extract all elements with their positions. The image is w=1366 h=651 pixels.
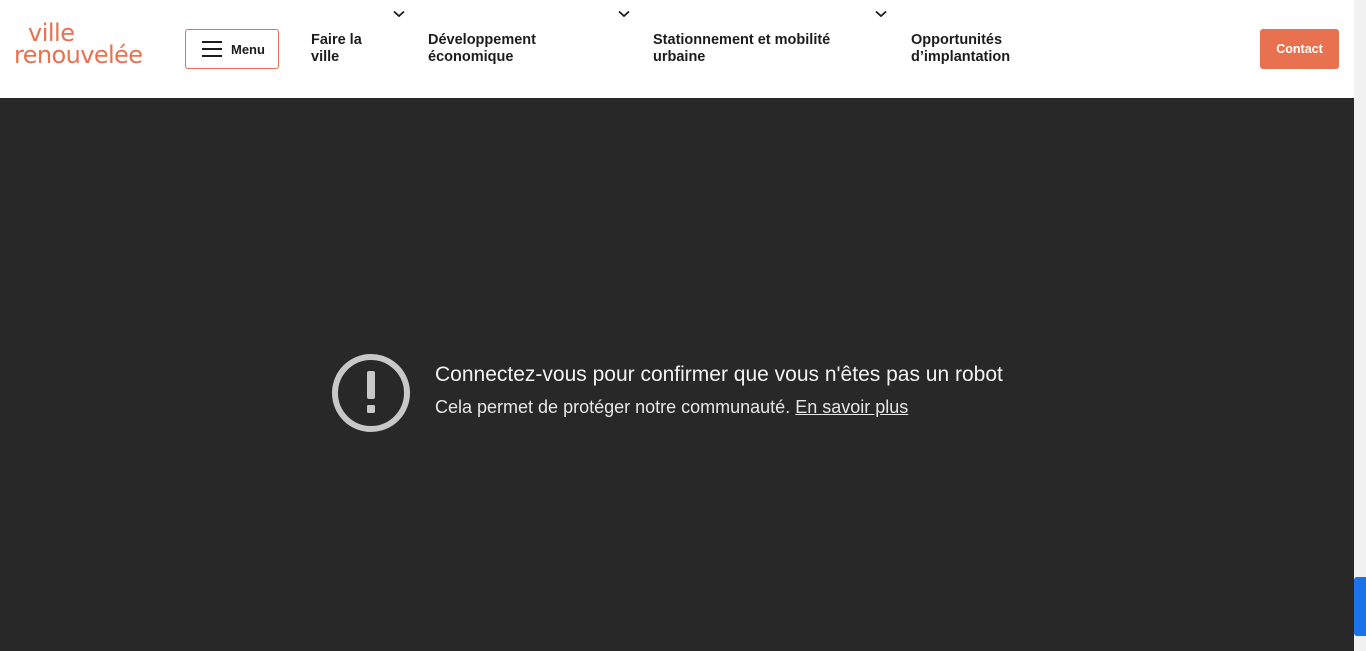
nav-label: Développement économique	[428, 32, 536, 65]
logo-line-2: renouvelée	[14, 41, 143, 69]
nav-item-developpement-economique[interactable]: Développement économique	[428, 32, 536, 66]
login-notice: Connectez-vous pour confirmer que vous n…	[331, 353, 1003, 433]
nav-label: Opportunités d’implantation	[911, 32, 1011, 65]
contact-button[interactable]: Contact	[1260, 29, 1339, 69]
nav-item-stationnement-mobilite[interactable]: Stationnement et mobilité urbaine	[653, 32, 830, 66]
site-logo[interactable]: ville renouvelée	[14, 21, 149, 70]
learn-more-link[interactable]: En savoir plus	[795, 397, 908, 417]
site-header: ville renouvelée Menu Faire la ville Dév…	[0, 0, 1354, 98]
content-area: Connectez-vous pour confirmer que vous n…	[0, 98, 1354, 651]
chevron-down-icon[interactable]	[875, 10, 887, 18]
alert-circle-icon	[332, 354, 410, 432]
menu-button[interactable]: Menu	[185, 29, 279, 69]
nav-item-opportunites-implantation[interactable]: Opportunités d’implantation	[911, 32, 1010, 66]
notice-subtitle-text: Cela permet de protéger notre communauté…	[435, 397, 791, 417]
chevron-down-icon[interactable]	[393, 10, 405, 18]
nav-label: Stationnement et mobilité urbaine	[653, 32, 831, 65]
side-widget-tab[interactable]	[1354, 577, 1366, 636]
page-scrollbar[interactable]	[1354, 0, 1366, 651]
hamburger-icon	[202, 41, 222, 57]
nav-item-faire-la-ville[interactable]: Faire la ville	[311, 32, 362, 66]
menu-label: Menu	[231, 41, 265, 57]
chevron-down-icon[interactable]	[618, 10, 630, 18]
notice-title: Connectez-vous pour confirmer que vous n…	[435, 363, 1003, 386]
nav-label: Faire la ville	[311, 32, 362, 65]
notice-text: Connectez-vous pour confirmer que vous n…	[435, 363, 1003, 418]
notice-subtitle: Cela permet de protéger notre communauté…	[435, 397, 1003, 418]
